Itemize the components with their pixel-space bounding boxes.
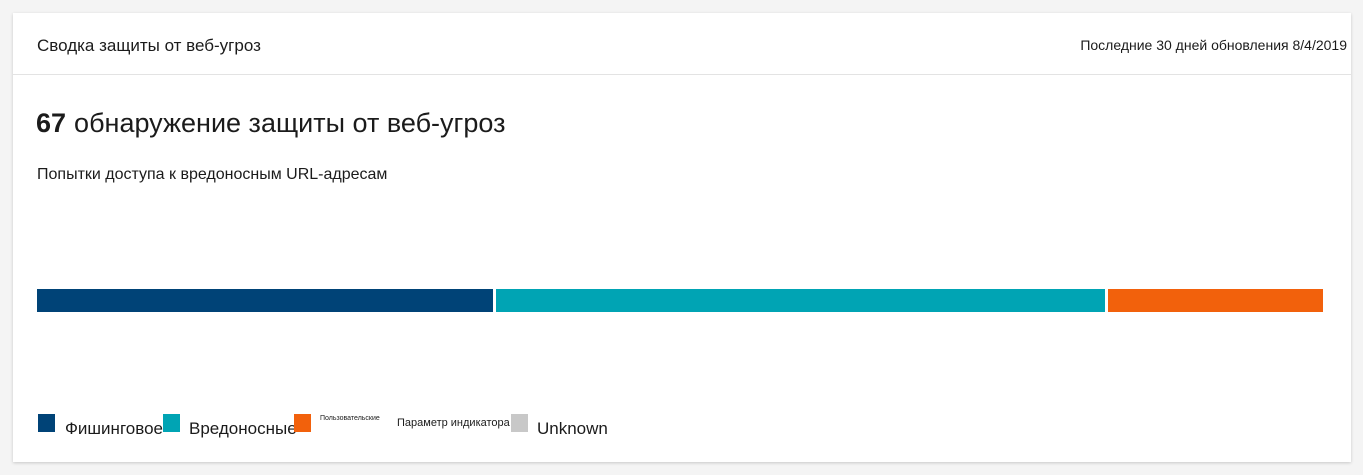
legend-label-custom: Пользовательские	[320, 415, 380, 422]
legend-swatch-phishing	[38, 414, 55, 432]
detection-headline: 67 обнаружение защиты от веб-угроз	[36, 108, 505, 139]
legend-label-unknown: Unknown	[537, 419, 608, 438]
chart-legend: Фишинговое Вредоносные Пользовательские …	[38, 413, 658, 443]
web-threat-summary-card: Сводка защиты от веб-угроз Последние 30 …	[13, 13, 1351, 462]
bar-segment-custom[interactable]	[1108, 289, 1323, 312]
bar-segment-phishing[interactable]	[37, 289, 497, 312]
detection-label: обнаружение защиты от веб-угроз	[74, 108, 506, 138]
bar-segment-malicious[interactable]	[496, 289, 1109, 312]
detection-count: 67	[36, 108, 67, 138]
legend-swatch-malicious	[163, 414, 180, 432]
chart-subtitle: Попытки доступа к вредоносным URL-адреса…	[37, 166, 388, 183]
card-title: Сводка защиты от веб-угроз	[37, 36, 261, 55]
legend-swatch-custom	[294, 414, 311, 432]
stacked-bar	[37, 289, 1323, 312]
legend-swatch-unknown	[511, 414, 528, 432]
legend-label-malicious: Вредоносные	[189, 419, 297, 438]
card-header: Сводка защиты от веб-угроз Последние 30 …	[13, 13, 1351, 75]
legend-label-indicator: Параметр индикатора	[397, 417, 510, 429]
card-update-info: Последние 30 дней обновления 8/4/2019	[1080, 37, 1347, 53]
legend-label-phishing: Фишинговое	[65, 419, 163, 438]
